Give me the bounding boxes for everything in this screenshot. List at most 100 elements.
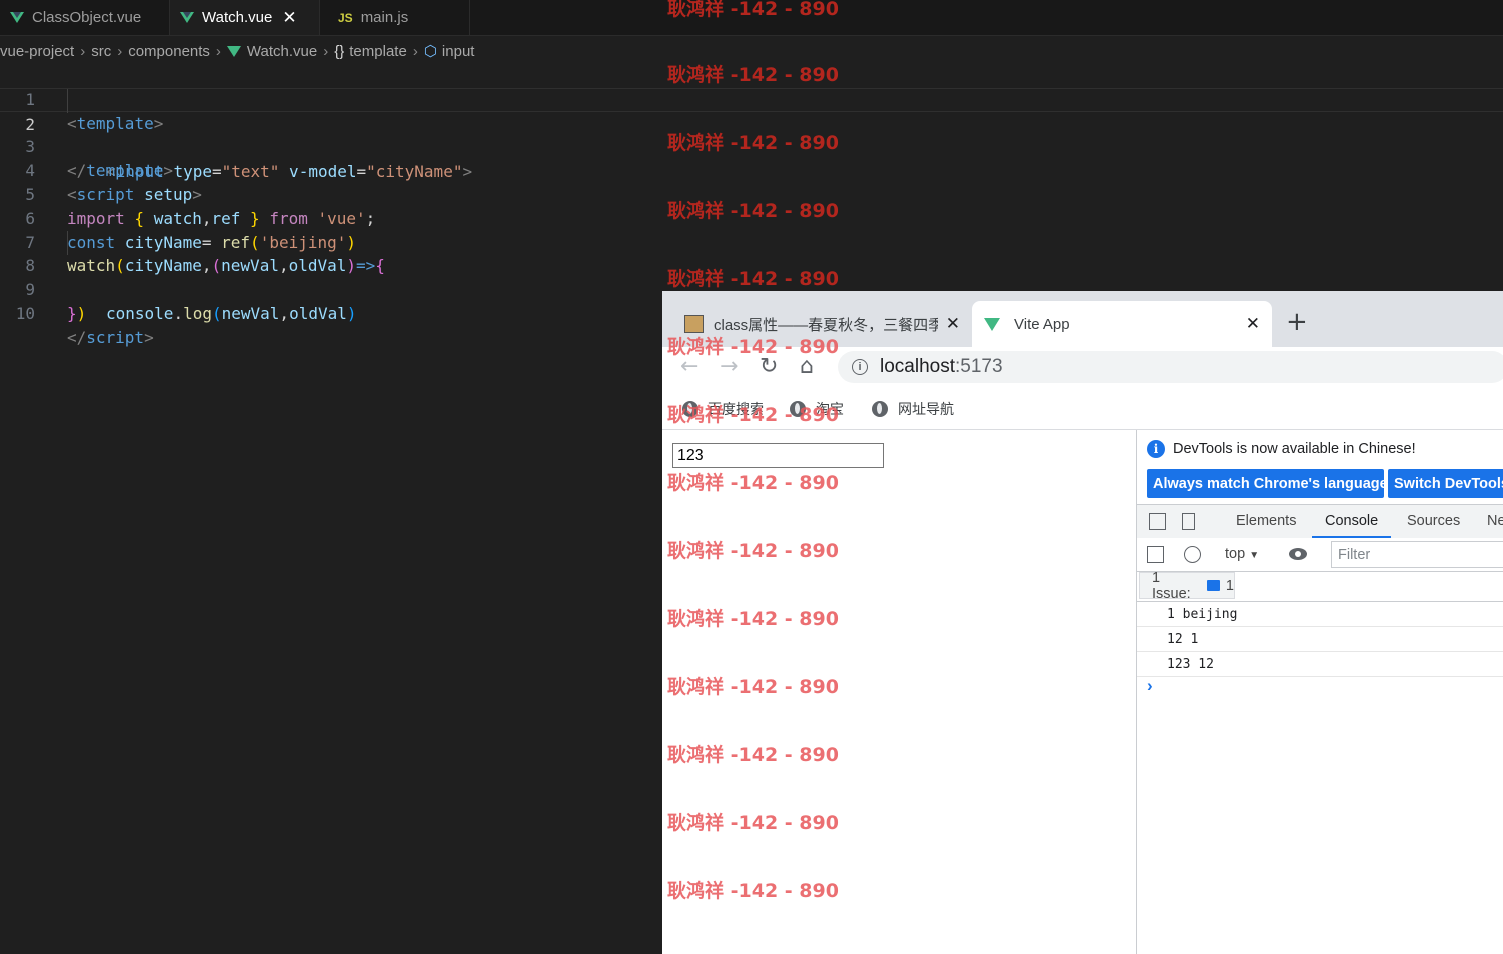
code-text: console.log(newVal,oldVal) bbox=[106, 303, 357, 323]
bookmark-nav[interactable]: 网址导航 bbox=[872, 399, 954, 419]
eye-icon[interactable] bbox=[1289, 548, 1307, 560]
tab-label: ClassObject.vue bbox=[32, 9, 142, 26]
breadcrumb-item[interactable]: components bbox=[128, 43, 210, 60]
code-line: 7 watch(cityName,(newVal,oldVal)=>{ bbox=[0, 207, 1503, 276]
close-icon[interactable]: ✕ bbox=[282, 8, 296, 28]
vue-file-icon bbox=[180, 12, 194, 23]
code-line: 1 <template> bbox=[0, 64, 1503, 133]
notice-text: DevTools is now available in Chinese! bbox=[1173, 441, 1416, 457]
breadcrumb-item[interactable]: vue-project bbox=[0, 43, 74, 60]
code-line: 3 </template> bbox=[0, 112, 1503, 180]
vue-favicon-icon bbox=[984, 317, 1000, 331]
tab-classobject-vue[interactable]: ClassObject.vue bbox=[0, 0, 170, 35]
browser-tab-class-blog[interactable]: class属性——春夏秋冬，三餐四季 ✕ bbox=[672, 301, 972, 347]
breadcrumb-item[interactable]: src bbox=[91, 43, 111, 60]
back-arrow-icon[interactable]: ← bbox=[680, 353, 698, 381]
code-text: }) bbox=[67, 303, 87, 323]
bookmark-label: 百度搜索 bbox=[708, 401, 764, 417]
bookmark-taobao[interactable]: 淘宝 bbox=[790, 399, 844, 419]
globe-icon bbox=[790, 401, 806, 417]
always-match-language-button[interactable]: Always match Chrome's language bbox=[1147, 469, 1384, 498]
browser-tab-title: class属性——春夏秋冬，三餐四季 bbox=[714, 316, 938, 334]
reload-icon[interactable]: ↻ bbox=[760, 353, 778, 381]
indent-guide bbox=[67, 230, 68, 255]
vue-file-icon bbox=[226, 45, 241, 57]
code-text: </script> bbox=[67, 327, 154, 347]
address-bar[interactable]: i localhost:5173 bbox=[838, 351, 1503, 383]
url-port: :5173 bbox=[955, 356, 1003, 377]
tab-main-js[interactable]: JS main.js bbox=[320, 0, 470, 35]
chevron-right-icon: › bbox=[215, 42, 221, 60]
issues-counter-button[interactable]: 1 Issue: 1 bbox=[1139, 569, 1235, 602]
forward-arrow-icon[interactable]: → bbox=[720, 353, 738, 381]
clear-console-icon[interactable] bbox=[1184, 546, 1201, 563]
tab-network[interactable]: Network bbox=[1487, 505, 1503, 538]
console-log-row: 1 beijing bbox=[1137, 602, 1503, 627]
tab-elements[interactable]: Elements bbox=[1236, 505, 1296, 538]
bookmarks-bar: 百度搜索 淘宝 网址导航 bbox=[662, 387, 1503, 430]
device-toggle-icon[interactable] bbox=[1182, 513, 1195, 530]
breadcrumb-item[interactable]: input bbox=[442, 43, 475, 60]
browser-tab-vite-app[interactable]: Vite App ✕ bbox=[972, 301, 1272, 347]
js-file-icon: JS bbox=[338, 10, 353, 25]
console-prompt-icon[interactable]: › bbox=[1147, 676, 1153, 696]
bookmark-label: 淘宝 bbox=[816, 401, 844, 417]
issues-label: 1 Issue: bbox=[1152, 569, 1191, 602]
tab-console[interactable]: Console bbox=[1312, 505, 1392, 538]
issues-count: 1 bbox=[1225, 577, 1234, 594]
console-log-row: 12 1 bbox=[1137, 627, 1503, 652]
editor-tab-bar: ClassObject.vue Watch.vue ✕ JS main.js bbox=[0, 0, 1503, 36]
braces-icon: {} bbox=[334, 42, 345, 60]
bookmark-label: 网址导航 bbox=[898, 401, 954, 417]
code-line: 9 }) bbox=[0, 254, 1503, 323]
tab-label: Watch.vue bbox=[202, 9, 273, 26]
new-tab-plus-icon[interactable]: + bbox=[1286, 307, 1308, 337]
blog-favicon-icon bbox=[684, 315, 704, 333]
sidebar-toggle-icon[interactable] bbox=[1147, 546, 1164, 563]
tab-watch-vue[interactable]: Watch.vue ✕ bbox=[170, 0, 320, 35]
switch-devtools-button[interactable]: Switch DevTools to Chinese bbox=[1388, 469, 1503, 498]
globe-icon bbox=[872, 401, 888, 417]
code-line: 5 import { watch,ref } from 'vue'; bbox=[0, 159, 1503, 228]
chevron-right-icon: › bbox=[80, 42, 86, 60]
code-area[interactable]: 1 <template> 2 <input type="text" v-mode… bbox=[0, 64, 1503, 347]
close-tab-icon[interactable]: ✕ bbox=[946, 314, 960, 334]
chevron-right-icon: › bbox=[117, 42, 123, 60]
browser-window: class属性——春夏秋冬，三餐四季 ✕ Vite App ✕ + ← → ↻ … bbox=[662, 291, 1503, 954]
devtools-tab-bar: Elements Console Sources Network bbox=[1137, 504, 1503, 539]
chevron-right-icon: › bbox=[412, 42, 418, 60]
devtools-language-notice: i DevTools is now available in Chinese! bbox=[1147, 440, 1416, 458]
code-line: 8 console.log(newVal,oldVal) bbox=[0, 230, 1503, 323]
cube-icon: ⬡ bbox=[423, 43, 437, 60]
tab-sources[interactable]: Sources bbox=[1407, 505, 1460, 538]
devtools-panel: i DevTools is now available in Chinese! … bbox=[1136, 430, 1503, 954]
globe-icon bbox=[682, 401, 698, 417]
breadcrumb-item[interactable]: template bbox=[349, 43, 407, 60]
inspect-element-icon[interactable] bbox=[1149, 513, 1166, 530]
console-filter-input[interactable]: Filter bbox=[1331, 541, 1503, 568]
console-log-row: 123 12 bbox=[1137, 652, 1503, 677]
breadcrumb: vue-project › src › components › Watch.vue ›… bbox=[0, 40, 474, 62]
issue-chat-icon bbox=[1206, 580, 1220, 591]
indent-guide bbox=[67, 88, 68, 113]
console-toolbar: top ▼ Filter bbox=[1137, 538, 1503, 572]
bookmark-baidu[interactable]: 百度搜索 bbox=[682, 399, 764, 419]
site-info-icon[interactable]: i bbox=[852, 359, 868, 375]
info-icon: i bbox=[1147, 440, 1165, 458]
url-host: localhost bbox=[880, 356, 955, 377]
page-content bbox=[662, 430, 1136, 954]
home-icon[interactable]: ⌂ bbox=[800, 353, 814, 381]
breadcrumb-item[interactable]: Watch.vue bbox=[247, 43, 317, 60]
chevron-right-icon: › bbox=[323, 42, 329, 60]
code-line-current: 2 <input type="text" v-model="cityName"> bbox=[0, 87, 1503, 181]
context-selector[interactable]: top ▼ bbox=[1225, 546, 1259, 562]
browser-tab-strip: class属性——春夏秋冬，三餐四季 ✕ Vite App ✕ + bbox=[662, 291, 1503, 347]
code-line: 4 <script setup> bbox=[0, 135, 1503, 204]
tab-label: main.js bbox=[360, 9, 409, 26]
code-line: 6 const cityName= ref('beijing') bbox=[0, 183, 1503, 252]
browser-tab-title: Vite App bbox=[1014, 315, 1070, 333]
city-name-input[interactable] bbox=[672, 443, 884, 468]
line-number: 10 bbox=[15, 303, 35, 323]
vue-file-icon bbox=[10, 12, 24, 23]
close-tab-icon[interactable]: ✕ bbox=[1246, 314, 1260, 334]
